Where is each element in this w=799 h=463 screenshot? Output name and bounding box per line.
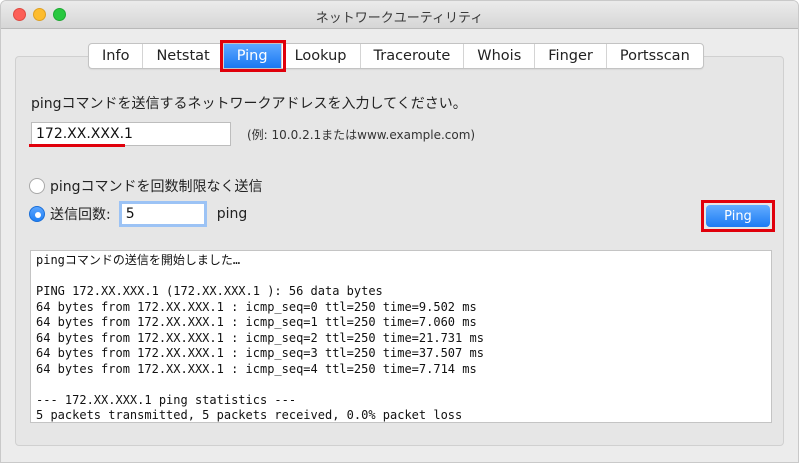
output-line: PING 172.XX.XXX.1 (172.XX.XXX.1 ): 56 da…: [36, 284, 383, 298]
address-example-hint: (例: 10.0.2.1またはwww.example.com): [247, 128, 476, 142]
tab-netstat[interactable]: Netstat: [143, 44, 224, 68]
output-line: --- 172.XX.XXX.1 ping statistics ---: [36, 392, 297, 407]
tab-finger[interactable]: Finger: [535, 44, 607, 68]
address-highlight-underline: [29, 144, 125, 147]
window-title: ネットワークユーティリティ: [315, 11, 484, 26]
radio-unlimited[interactable]: [29, 178, 45, 194]
output-line: 64 bytes from 172.XX.XXX.1 : icmp_seq=1 …: [36, 315, 477, 329]
output-line: 5 packets transmitted, 5 packets receive…: [36, 408, 463, 422]
ping-button-highlight: Ping: [701, 200, 775, 232]
output-line: 64 bytes from 172.XX.XXX.1 : icmp_seq=2 …: [36, 330, 484, 345]
title-bar[interactable]: ネットワークユーティリティ: [1, 1, 798, 29]
tab-traceroute[interactable]: Traceroute: [361, 44, 465, 68]
count-input[interactable]: [118, 201, 207, 227]
tab-ping[interactable]: Ping: [219, 40, 286, 72]
ping-button[interactable]: Ping: [706, 205, 770, 227]
tab-whois[interactable]: Whois: [464, 44, 536, 68]
output-line: pingコマンドの送信を開始しました…: [36, 253, 241, 267]
radio-count[interactable]: [29, 206, 45, 222]
tab-lookup[interactable]: Lookup: [282, 44, 361, 68]
tab-info[interactable]: Info: [89, 44, 144, 68]
option-count-label: 送信回数:: [50, 207, 111, 223]
window-content: Info Netstat Ping Lookup Traceroute Whoi…: [1, 30, 798, 462]
ping-instruction: pingコマンドを送信するネットワークアドレスを入力してください。: [31, 96, 467, 112]
output-line: 64 bytes from 172.XX.XXX.1 : icmp_seq=3 …: [36, 346, 484, 360]
app-window: ネットワークユーティリティ Info Netstat Ping Lookup T…: [0, 0, 799, 463]
ping-output-log[interactable]: pingコマンドの送信を開始しました… PING 172.XX.XXX.1 (1…: [30, 250, 772, 423]
address-input[interactable]: [31, 122, 231, 146]
option-unlimited-row[interactable]: pingコマンドを回数制限なく送信: [29, 176, 263, 196]
count-unit-label: ping: [216, 206, 248, 222]
option-unlimited-label: pingコマンドを回数制限なく送信: [50, 179, 263, 195]
output-line: 64 bytes from 172.XX.XXX.1 : icmp_seq=4 …: [36, 361, 477, 376]
output-line: 64 bytes from 172.XX.XXX.1 : icmp_seq=0 …: [36, 299, 477, 314]
tab-bar: Info Netstat Ping Lookup Traceroute Whoi…: [88, 40, 704, 72]
tab-portsscan[interactable]: Portsscan: [607, 44, 703, 68]
option-count-row[interactable]: 送信回数: ping: [29, 201, 247, 227]
